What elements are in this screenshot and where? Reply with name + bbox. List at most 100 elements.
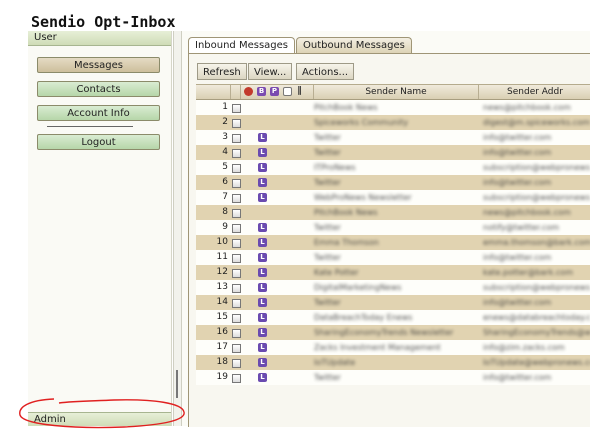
row-select-checkbox[interactable] [232, 269, 241, 278]
list-flag-icon[interactable]: L [258, 223, 267, 232]
list-flag-icon[interactable]: L [258, 283, 267, 292]
row-select-checkbox[interactable] [232, 134, 241, 143]
table-row[interactable]: 8 PitchBook News news@pitchbook.com [196, 205, 590, 220]
sender-name-cell[interactable]: Twitter [314, 175, 472, 190]
list-flag-icon[interactable]: L [258, 328, 267, 337]
row-select-checkbox[interactable] [232, 164, 241, 173]
table-row[interactable]: 9 L Twitter notify@twitter.com [196, 220, 590, 235]
nav-logout-button[interactable]: Logout [37, 134, 160, 150]
sender-addr-cell[interactable]: IoTUpdate@webpronews.com [483, 355, 590, 370]
table-row[interactable]: 16 L SharingEconomyTrends Newsletter Sharin… [196, 325, 590, 340]
table-row[interactable]: 4 L Twitter info@twitter.com [196, 145, 590, 160]
sender-addr-cell[interactable]: info@zim.zacks.com [483, 340, 590, 355]
row-select-checkbox[interactable] [232, 329, 241, 338]
row-select-checkbox[interactable] [232, 314, 241, 323]
sender-addr-cell[interactable]: subscription@webpronews.com [483, 280, 590, 295]
sender-addr-cell[interactable]: emma.thomson@bark.com [483, 235, 590, 250]
sender-name-cell[interactable]: PitchBook News [314, 205, 472, 220]
sender-name-cell[interactable]: Twitter [314, 370, 472, 385]
list-flag-icon[interactable]: L [258, 373, 267, 382]
sender-name-cell[interactable]: IoTUpdate [314, 355, 472, 370]
row-select-checkbox[interactable] [232, 239, 241, 248]
sender-addr-cell[interactable]: kate.potter@bark.com [483, 265, 590, 280]
row-select-checkbox[interactable] [232, 359, 241, 368]
table-row[interactable]: 15 L DataBreachToday Enews enews@databreach… [196, 310, 590, 325]
tab-outbound-messages[interactable]: Outbound Messages [296, 37, 412, 53]
table-row[interactable]: 18 L IoTUpdate IoTUpdate@webpronews.com [196, 355, 590, 370]
sender-addr-cell[interactable]: subscription@webpronews.com [483, 190, 590, 205]
row-select-checkbox[interactable] [232, 344, 241, 353]
list-flag-icon[interactable]: L [258, 133, 267, 142]
note-icon[interactable] [283, 87, 292, 96]
sender-name-cell[interactable]: PitchBook News [314, 100, 472, 115]
nav-contacts-button[interactable]: Contacts [37, 81, 160, 97]
sender-name-cell[interactable]: Spiceworks Community [314, 115, 472, 130]
header-select[interactable] [231, 85, 241, 99]
sender-addr-cell[interactable]: notify@twitter.com [483, 220, 590, 235]
refresh-button[interactable]: Refresh [197, 63, 247, 80]
table-row[interactable]: 11 L Twitter info@twitter.com [196, 250, 590, 265]
sender-name-cell[interactable]: SharingEconomyTrends Newsletter [314, 325, 472, 340]
list-flag-icon[interactable]: L [258, 268, 267, 277]
table-row[interactable]: 2 Spiceworks Community digest@m.spiceworks… [196, 115, 590, 130]
table-row[interactable]: 13 L DigitalMarketingNews subscription@webp… [196, 280, 590, 295]
view-button[interactable]: View... [248, 63, 293, 80]
row-select-checkbox[interactable] [232, 254, 241, 263]
sender-name-cell[interactable]: Twitter [314, 250, 472, 265]
table-row[interactable]: 5 L ITProNews subscription@webpronews.com [196, 160, 590, 175]
list-flag-icon[interactable]: L [258, 343, 267, 352]
sender-addr-cell[interactable]: news@pitchbook.com [483, 100, 590, 115]
sender-addr-cell[interactable]: info@twitter.com [483, 295, 590, 310]
row-select-checkbox[interactable] [232, 194, 241, 203]
list-flag-icon[interactable]: L [258, 358, 267, 367]
row-select-checkbox[interactable] [232, 209, 241, 218]
nav-account-info-button[interactable]: Account Info [37, 105, 160, 121]
row-select-checkbox[interactable] [232, 149, 241, 158]
panel-splitter[interactable] [173, 31, 182, 426]
sender-name-cell[interactable]: Emma Thomson [314, 235, 472, 250]
actions-button[interactable]: Actions... [296, 63, 355, 80]
sidebar-footer-admin[interactable]: Admin [28, 412, 171, 426]
sender-name-cell[interactable]: Twitter [314, 295, 472, 310]
p-icon[interactable]: P [270, 87, 279, 96]
sender-name-cell[interactable]: Twitter [314, 145, 472, 160]
sender-addr-cell[interactable]: enews@databreachtoday.com [483, 310, 590, 325]
sender-addr-cell[interactable]: SharingEconomyTrends@webpronews.com [483, 325, 590, 340]
table-row[interactable]: 19 L Twitter info@twitter.com [196, 370, 590, 385]
list-flag-icon[interactable]: L [258, 238, 267, 247]
splitter-handle[interactable] [176, 370, 178, 398]
sender-addr-cell[interactable]: info@twitter.com [483, 175, 590, 190]
sender-name-cell[interactable]: DigitalMarketingNews [314, 280, 472, 295]
sender-addr-cell[interactable]: info@twitter.com [483, 145, 590, 160]
header-sender-addr[interactable]: Sender Addr [479, 85, 590, 99]
table-row[interactable]: 3 L Twitter info@twitter.com [196, 130, 590, 145]
nav-messages-button[interactable]: Messages [37, 57, 160, 73]
table-row[interactable]: 17 L Zacks Investment Management info@zim.z… [196, 340, 590, 355]
list-flag-icon[interactable]: L [258, 313, 267, 322]
row-select-checkbox[interactable] [232, 284, 241, 293]
header-sender-name[interactable]: Sender Name [314, 85, 479, 99]
table-row[interactable]: 1 PitchBook News news@pitchbook.com [196, 100, 590, 115]
list-flag-icon[interactable]: L [258, 178, 267, 187]
sender-addr-cell[interactable]: info@twitter.com [483, 130, 590, 145]
status-icon[interactable] [244, 87, 253, 96]
list-flag-icon[interactable]: L [258, 298, 267, 307]
attachment-icon[interactable]: ∥ [295, 87, 304, 96]
sender-addr-cell[interactable]: subscription@webpronews.com [483, 160, 590, 175]
list-flag-icon[interactable]: L [258, 253, 267, 262]
sender-addr-cell[interactable]: digest@m.spiceworks.com [483, 115, 590, 130]
tab-inbound-messages[interactable]: Inbound Messages [188, 37, 295, 54]
sender-name-cell[interactable]: WebProNews Newsletter [314, 190, 472, 205]
sender-addr-cell[interactable]: info@twitter.com [483, 370, 590, 385]
list-flag-icon[interactable]: L [258, 163, 267, 172]
row-select-checkbox[interactable] [232, 224, 241, 233]
b-icon[interactable]: B [257, 87, 266, 96]
table-row[interactable]: 7 L WebProNews Newsletter subscription@webp… [196, 190, 590, 205]
sender-addr-cell[interactable]: news@pitchbook.com [483, 205, 590, 220]
sender-name-cell[interactable]: Twitter [314, 220, 472, 235]
list-flag-icon[interactable]: L [258, 193, 267, 202]
sender-name-cell[interactable]: DataBreachToday Enews [314, 310, 472, 325]
sidebar-header-user[interactable]: User [28, 31, 171, 46]
sender-name-cell[interactable]: Kate Potter [314, 265, 472, 280]
row-select-checkbox[interactable] [232, 374, 241, 383]
